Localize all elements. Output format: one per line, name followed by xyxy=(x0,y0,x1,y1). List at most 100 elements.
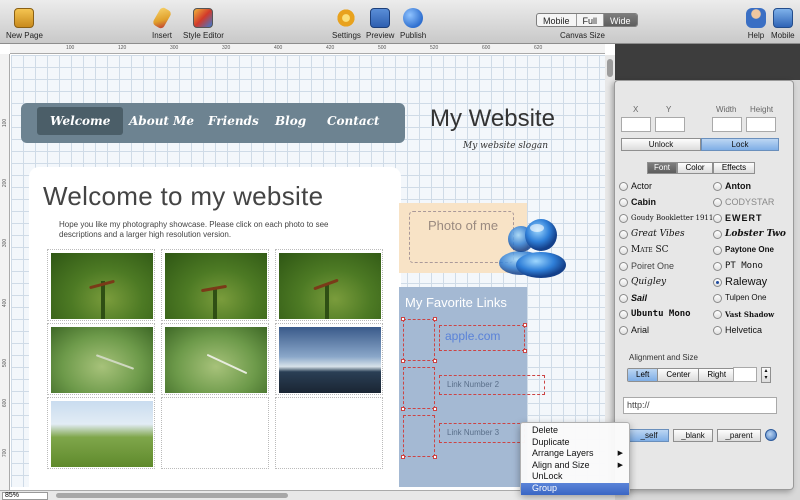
style-editor-button[interactable]: Style Editor xyxy=(183,8,224,40)
links-heading[interactable]: My Favorite Links xyxy=(405,295,507,310)
tab-effects[interactable]: Effects xyxy=(713,162,755,174)
site-slogan[interactable]: My website slogan xyxy=(463,141,548,151)
mobile-button[interactable]: Mobile xyxy=(771,8,795,40)
nav-item-blog[interactable]: Blog xyxy=(275,114,306,128)
photo-thumbnail[interactable] xyxy=(47,397,155,469)
horizontal-scroll-thumb[interactable] xyxy=(56,493,288,498)
selection-handle[interactable] xyxy=(433,359,437,363)
font-radio[interactable] xyxy=(619,262,628,271)
photo-thumbnail[interactable] xyxy=(275,323,383,395)
font-radio[interactable] xyxy=(619,326,628,335)
target-self-button[interactable]: _self xyxy=(629,429,669,442)
font-radio[interactable] xyxy=(619,294,628,303)
font-option-pt-mono[interactable]: PT Mono xyxy=(725,261,763,271)
font-option-codystar[interactable]: CODYSTAR xyxy=(725,197,774,207)
unlock-button[interactable]: Unlock xyxy=(621,138,701,151)
font-radio[interactable] xyxy=(713,262,722,271)
photo-thumbnail[interactable] xyxy=(47,249,155,321)
selection-handle[interactable] xyxy=(401,407,405,411)
target-blank-button[interactable]: _blank xyxy=(673,429,713,442)
font-option-arial[interactable]: Arial xyxy=(631,325,649,335)
new-page-button[interactable]: New Page xyxy=(6,8,43,40)
font-radio[interactable] xyxy=(619,246,628,255)
nav-item-friends[interactable]: Friends xyxy=(208,114,259,128)
font-radio[interactable] xyxy=(619,198,628,207)
selection-handle[interactable] xyxy=(523,349,527,353)
font-option-tulpen-one[interactable]: Tulpen One xyxy=(725,293,767,302)
font-radio[interactable] xyxy=(713,182,722,191)
scroll-thumb[interactable] xyxy=(607,59,613,77)
font-radio[interactable] xyxy=(619,214,628,223)
font-option-helvetica[interactable]: Helvetica xyxy=(725,325,762,335)
menu-item-align-and-size[interactable]: Align and Size ▶ xyxy=(521,460,629,472)
font-option-cabin[interactable]: Cabin xyxy=(631,197,656,207)
font-option-great-vibes[interactable]: Great Vibes xyxy=(631,229,685,239)
settings-button[interactable]: Settings xyxy=(332,8,361,40)
font-radio[interactable] xyxy=(713,246,722,255)
align-center-button[interactable]: Center xyxy=(658,369,700,381)
selection-handle[interactable] xyxy=(401,359,405,363)
welcome-heading[interactable]: Welcome to my website xyxy=(43,181,323,212)
canvas-mode-mobile[interactable]: Mobile xyxy=(537,14,577,26)
canvas-mode-wide[interactable]: Wide xyxy=(604,14,637,26)
align-left-button[interactable]: Left xyxy=(628,369,659,381)
font-radio[interactable] xyxy=(713,294,722,303)
nav-item-contact[interactable]: Contact xyxy=(327,114,379,128)
font-radio[interactable] xyxy=(619,182,628,191)
menu-item-duplicate[interactable]: Duplicate xyxy=(521,437,629,449)
font-radio[interactable] xyxy=(619,278,628,287)
selection-handle[interactable] xyxy=(433,407,437,411)
user-avatar-icon[interactable] xyxy=(491,207,571,279)
photo-thumbnail[interactable] xyxy=(161,323,269,395)
menu-item-unlock[interactable]: UnLock xyxy=(521,471,629,483)
target-parent-button[interactable]: _parent xyxy=(717,429,761,442)
font-option-goudy[interactable]: Goudy Bookletter 1911 xyxy=(631,214,713,222)
font-radio[interactable] xyxy=(619,230,628,239)
font-option-quigley[interactable]: Quigley xyxy=(631,277,666,287)
url-input[interactable]: http:// xyxy=(623,397,777,414)
font-option-ubuntu-mono[interactable]: Ubuntu Mono xyxy=(631,309,691,319)
font-option-paytone-one[interactable]: Paytone One xyxy=(725,245,774,254)
font-option-actor[interactable]: Actor xyxy=(631,181,652,191)
font-option-mate-sc[interactable]: Mate SC xyxy=(631,245,669,255)
tab-font[interactable]: Font xyxy=(647,162,677,174)
photo-thumbnail[interactable] xyxy=(47,323,155,395)
help-button[interactable]: Help xyxy=(746,8,766,40)
selection-handle[interactable] xyxy=(433,317,437,321)
x-field[interactable] xyxy=(621,117,651,132)
font-option-sail[interactable]: Sail xyxy=(631,293,647,303)
zoom-select[interactable]: 85% xyxy=(2,492,48,500)
link-icon-box[interactable] xyxy=(403,415,435,457)
selection-handle[interactable] xyxy=(401,317,405,321)
preview-button[interactable]: Preview xyxy=(366,8,394,40)
menu-item-delete[interactable]: Delete xyxy=(521,425,629,437)
font-option-lobster-two[interactable]: Lobster Two xyxy=(725,229,786,239)
link-icon-box[interactable] xyxy=(403,367,435,409)
y-field[interactable] xyxy=(655,117,685,132)
font-radio-selected[interactable] xyxy=(713,278,722,287)
intro-text[interactable]: Hope you like my photography showcase. P… xyxy=(59,220,359,240)
site-title[interactable]: My Website xyxy=(430,105,555,133)
font-option-vast-shadow[interactable]: Vast Shadow xyxy=(725,310,774,319)
selection-handle[interactable] xyxy=(401,455,405,459)
font-radio[interactable] xyxy=(713,214,722,223)
link-number-3[interactable]: Link Number 3 xyxy=(447,428,499,437)
nav-item-welcome[interactable]: Welcome xyxy=(37,107,124,135)
font-radio[interactable] xyxy=(713,198,722,207)
size-field[interactable] xyxy=(733,367,757,382)
nav-item-about-me[interactable]: About Me xyxy=(129,114,194,128)
size-stepper[interactable]: ▴ ▾ xyxy=(761,367,771,383)
font-option-anton[interactable]: Anton xyxy=(725,181,751,191)
font-radio[interactable] xyxy=(619,310,628,319)
height-field[interactable] xyxy=(746,117,776,132)
align-right-button[interactable]: Right xyxy=(699,369,735,381)
publish-button[interactable]: Publish xyxy=(400,8,426,40)
selection-handle[interactable] xyxy=(433,455,437,459)
photo-placeholder[interactable] xyxy=(161,397,269,469)
link-options-icon[interactable] xyxy=(765,429,777,441)
font-radio[interactable] xyxy=(713,230,722,239)
font-radio[interactable] xyxy=(713,326,722,335)
photo-thumbnail[interactable] xyxy=(275,249,383,321)
insert-button[interactable]: Insert xyxy=(151,6,173,40)
font-option-raleway[interactable]: Raleway xyxy=(725,276,767,288)
